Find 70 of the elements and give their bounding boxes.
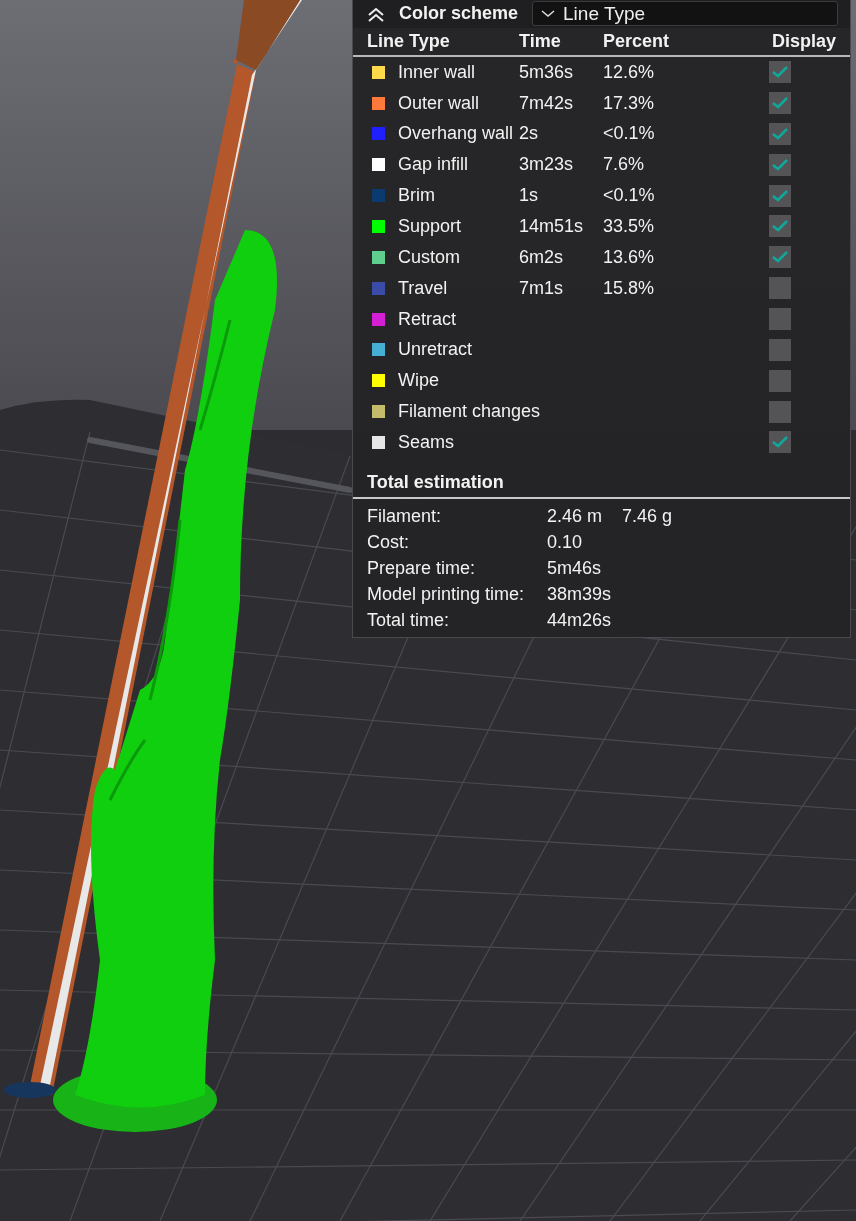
estimate-value: 44m26s — [547, 608, 612, 632]
estimate-label: Prepare time: — [367, 556, 477, 580]
estimate-label: Model printing time: — [367, 582, 526, 606]
estimate-label: Filament: — [367, 504, 443, 528]
display-checkbox[interactable] — [769, 246, 791, 269]
column-header: Display — [771, 30, 836, 52]
time-value: 1s — [519, 185, 538, 206]
time-value: 14m51s — [519, 215, 584, 236]
time-value: 2s — [519, 123, 538, 144]
display-checkbox[interactable] — [769, 215, 791, 238]
checkmark-icon — [772, 436, 788, 449]
percent-value: 7.6% — [603, 154, 645, 175]
collapse-icon[interactable] — [367, 5, 385, 22]
estimate-label: Total time: — [367, 608, 451, 632]
checkmark-icon — [772, 220, 788, 233]
percent-value: <0.1% — [603, 123, 655, 144]
display-checkbox[interactable] — [769, 431, 791, 454]
line-type-label: Inner wall — [398, 61, 476, 83]
display-checkbox[interactable] — [769, 369, 791, 392]
percent-value: 33.5% — [603, 215, 655, 236]
display-checkbox[interactable] — [769, 400, 791, 423]
line-type-label: Brim — [398, 185, 435, 207]
percent-value: 12.6% — [603, 61, 655, 82]
display-checkbox[interactable] — [769, 122, 791, 145]
estimate-value: 7.46 g — [622, 504, 673, 528]
display-checkbox[interactable] — [769, 308, 791, 331]
column-header: Time — [519, 30, 562, 52]
time-value: 3m23s — [519, 154, 574, 175]
checkmark-icon — [772, 189, 788, 202]
checkmark-icon — [772, 97, 788, 110]
line-type-label: Travel — [398, 277, 448, 299]
percent-value: 15.8% — [603, 277, 655, 298]
percent-value: <0.1% — [603, 185, 655, 206]
estimate-value: 38m39s — [547, 582, 612, 606]
display-checkbox[interactable] — [769, 61, 791, 84]
line-type-label: Seams — [398, 432, 455, 453]
column-header: Line Type — [367, 30, 451, 52]
time-value: 5m36s — [519, 61, 574, 82]
line-type-label: Overhang wall — [398, 123, 514, 145]
time-value: 6m2s — [519, 246, 563, 267]
display-checkbox[interactable] — [769, 92, 791, 115]
time-value: 7m1s — [519, 277, 563, 298]
line-type-label: Wipe — [398, 370, 439, 392]
display-checkbox[interactable] — [769, 338, 791, 361]
panel-title: Color scheme — [399, 3, 519, 25]
checkmark-icon — [772, 127, 788, 140]
estimate-label: Cost: — [367, 530, 410, 554]
chevron-icon — [541, 9, 556, 18]
estimate-value: 2.46 m — [547, 504, 603, 528]
line-type-label: Unretract — [398, 339, 473, 361]
section-title: Total estimation — [353, 457, 850, 499]
percent-value: 13.6% — [603, 246, 655, 267]
line-type-label: Outer wall — [398, 92, 480, 114]
line-type-label: Filament changes — [398, 401, 541, 423]
percent-value: 17.3% — [603, 92, 655, 113]
checkmark-icon — [772, 158, 788, 171]
checkmark-icon — [772, 66, 788, 79]
time-value: 7m42s — [519, 92, 574, 113]
display-checkbox[interactable] — [769, 277, 791, 300]
line-type-label: Custom — [398, 246, 460, 268]
checkmark-icon — [772, 251, 788, 264]
estimate-value: 5m46s — [547, 556, 602, 580]
display-checkbox[interactable] — [769, 153, 791, 176]
column-header: Percent — [603, 30, 671, 52]
scheme-dropdown[interactable]: Line Type — [532, 1, 838, 27]
line-type-label: Gap infill — [398, 154, 469, 176]
line-type-label: Support — [398, 215, 462, 237]
display-checkbox[interactable] — [769, 184, 791, 207]
line-type-label: Retract — [398, 308, 457, 330]
estimate-value: 0.10 — [547, 530, 583, 554]
